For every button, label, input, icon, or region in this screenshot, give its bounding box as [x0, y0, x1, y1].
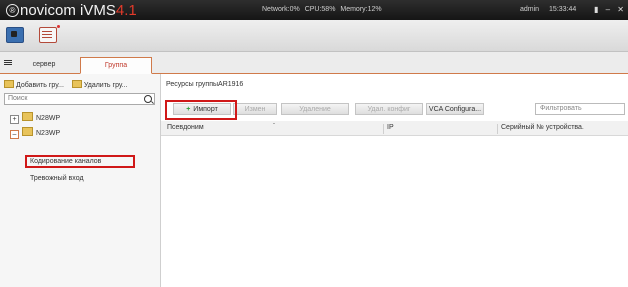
menu-icon[interactable] — [4, 60, 12, 61]
folder-icon — [22, 112, 33, 121]
logo-version: 4.1 — [115, 2, 137, 19]
delete-group-label: Удалить гру... — [83, 82, 128, 89]
tree-node-label: N23WP — [36, 130, 61, 137]
tab-strip: сервер Группа — [0, 52, 628, 74]
user-name[interactable]: admin — [520, 6, 539, 13]
column-alias[interactable]: Псевдоним — [167, 124, 204, 131]
lock-icon[interactable]: ▮ — [594, 5, 598, 14]
add-folder-icon — [4, 80, 14, 88]
log-icon[interactable] — [39, 27, 57, 43]
tab-server[interactable]: сервер — [16, 57, 72, 72]
tree-item-alarm-input[interactable]: Тревожный вход — [30, 175, 84, 182]
expand-icon[interactable]: + — [10, 115, 19, 124]
resources-title: Ресурсы группыAR1916 — [166, 81, 244, 88]
add-group-button[interactable]: Добавить гру... — [4, 80, 64, 89]
logo-text: novicom iVMS — [20, 2, 116, 19]
search-input[interactable]: Поиск — [4, 93, 155, 105]
group-actions: Добавить гру... Удалить гру... — [4, 80, 134, 89]
remote-config-button[interactable]: Удал. конфиг — [355, 103, 423, 115]
highlight-box-channel-encoding — [25, 155, 135, 168]
tab-groups[interactable]: Группа — [80, 57, 152, 74]
column-divider — [497, 124, 498, 134]
system-stats: Network:0% CPU:58% Memory:12% — [262, 6, 385, 13]
filter-input[interactable]: Фильтровать — [535, 103, 625, 115]
live-view-icon[interactable] — [6, 27, 24, 43]
add-group-label: Добавить гру... — [16, 82, 64, 89]
collapse-icon[interactable]: – — [10, 130, 19, 139]
delete-button[interactable]: Удаление — [281, 103, 349, 115]
clock: 15:33:44 — [549, 6, 577, 13]
registered-mark: ® — [6, 4, 19, 17]
close-button[interactable]: ✕ — [617, 5, 624, 14]
window-controls: ▮ – ✕ — [589, 5, 624, 14]
delete-folder-icon — [71, 80, 82, 88]
tree-node-label: N28WP — [36, 115, 61, 122]
main-toolbar — [0, 20, 628, 52]
column-divider — [383, 124, 384, 134]
highlight-box-import — [165, 100, 237, 120]
filter-placeholder: Фильтровать — [540, 105, 582, 112]
minimize-button[interactable]: – — [606, 5, 610, 14]
group-tree-panel: Добавить гру... Удалить гру... Поиск + N2… — [0, 74, 161, 287]
user-info: admin 15:33:44 — [520, 6, 584, 13]
edit-button[interactable]: Измен — [233, 103, 277, 115]
group-resources-panel: Ресурсы группыAR1916 + Импорт Измен Удале… — [161, 74, 628, 287]
tree-node-n23wp[interactable]: – N23WP — [10, 127, 60, 139]
column-ip[interactable]: IP — [387, 124, 394, 131]
memory-stat: Memory:12% — [340, 6, 382, 13]
sort-indicator-icon: ˇ — [273, 124, 275, 130]
delete-group-button[interactable]: Удалить гру... — [71, 80, 128, 89]
network-stat: Network:0% — [262, 6, 300, 13]
notification-dot — [57, 25, 60, 28]
vca-config-button[interactable]: VCA Configura... — [426, 103, 484, 115]
column-serial[interactable]: Серийный № устройства. — [501, 124, 584, 131]
cpu-stat: CPU:58% — [304, 6, 336, 13]
search-icon[interactable] — [144, 95, 152, 103]
search-placeholder: Поиск — [8, 95, 28, 102]
folder-icon — [22, 127, 33, 136]
tree-node-n28wp[interactable]: + N28WP — [10, 112, 60, 124]
resources-table-header: Псевдоним ˇ IP Серийный № устройства. — [161, 121, 628, 136]
app-logo: ® novicom iVMS4.1 — [6, 2, 137, 19]
title-bar: ® novicom iVMS4.1 Network:0% CPU:58% Memo… — [0, 0, 628, 20]
